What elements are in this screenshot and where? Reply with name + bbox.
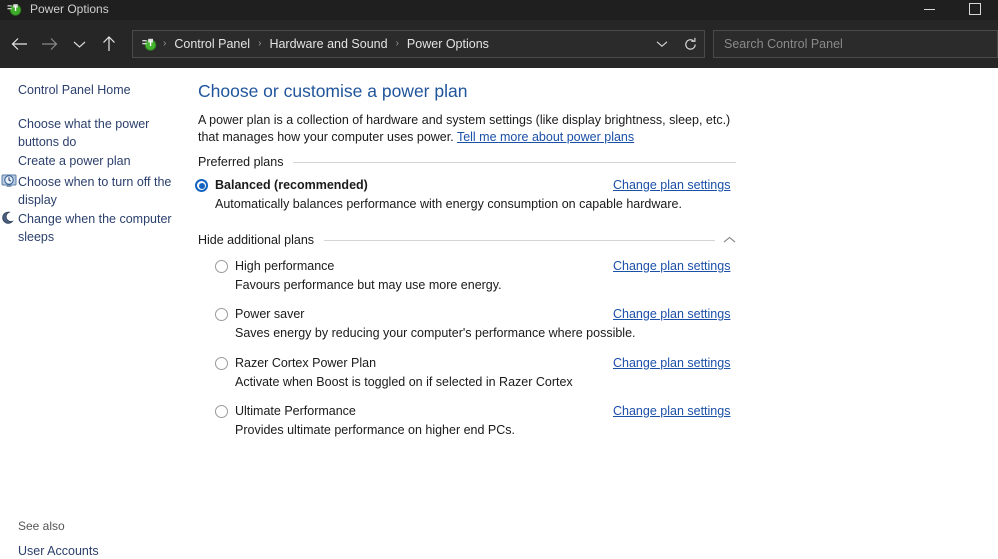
chevron-up-icon[interactable] bbox=[723, 236, 736, 244]
sidebar-item-turn-off-display[interactable]: Choose when to turn off the display bbox=[1, 173, 183, 209]
window-controls bbox=[906, 0, 998, 20]
up-arrow-icon[interactable] bbox=[94, 29, 124, 59]
plan-row: High performance Change plan settings bbox=[215, 258, 755, 274]
change-plan-settings-ultimate-performance[interactable]: Change plan settings bbox=[613, 403, 730, 419]
sidebar-item-computer-sleeps[interactable]: Change when the computer sleeps bbox=[2, 210, 183, 246]
plan-radio-high-performance[interactable] bbox=[215, 260, 228, 273]
change-plan-settings-power-saver[interactable]: Change plan settings bbox=[613, 306, 730, 322]
breadcrumb-separator: › bbox=[258, 38, 262, 49]
moon-sleep-icon bbox=[1, 210, 17, 226]
plan-row: Razer Cortex Power Plan Change plan sett… bbox=[215, 355, 755, 371]
section-divider bbox=[293, 161, 736, 163]
breadcrumb-power-options[interactable]: Power Options bbox=[405, 37, 491, 51]
plan-radio-power-saver[interactable] bbox=[215, 308, 228, 321]
address-bar[interactable]: › Control Panel › Hardware and Sound › P… bbox=[132, 30, 705, 58]
minimize-icon[interactable] bbox=[906, 0, 952, 20]
plan-radio-ultimate-performance[interactable] bbox=[215, 405, 228, 418]
breadcrumb-separator: › bbox=[163, 38, 167, 49]
plan-description: Saves energy by reducing your computer's… bbox=[235, 326, 636, 340]
power-options-icon bbox=[6, 1, 22, 17]
see-also-heading: See also bbox=[18, 519, 65, 533]
sidebar: Control Panel Home Choose what the power… bbox=[0, 68, 195, 558]
additional-plans-section-header[interactable]: Hide additional plans bbox=[198, 232, 736, 248]
preferred-plans-label: Preferred plans bbox=[198, 155, 284, 169]
hide-additional-plans-label: Hide additional plans bbox=[198, 233, 315, 247]
history-chevron-down-icon[interactable] bbox=[648, 31, 676, 57]
address-toolbar: › Control Panel › Hardware and Sound › P… bbox=[0, 20, 998, 68]
main-panel: Choose or customise a power plan A power… bbox=[195, 68, 998, 555]
plan-razer-cortex[interactable]: Razer Cortex Power Plan Change plan sett… bbox=[215, 355, 755, 390]
plan-description: Activate when Boost is toggled on if sel… bbox=[235, 375, 573, 389]
back-arrow-icon[interactable] bbox=[4, 29, 34, 59]
change-plan-settings-high-performance[interactable]: Change plan settings bbox=[613, 258, 730, 274]
tell-me-more-link[interactable]: Tell me more about power plans bbox=[457, 130, 634, 144]
plan-name: Razer Cortex Power Plan bbox=[235, 356, 377, 370]
plan-name: Balanced (recommended) bbox=[215, 178, 368, 192]
breadcrumb-power-options-icon bbox=[141, 36, 157, 52]
plan-row: Power saver Change plan settings bbox=[215, 306, 755, 322]
sidebar-item-create-power-plan[interactable]: Create a power plan bbox=[18, 152, 183, 170]
breadcrumb-hardware-and-sound[interactable]: Hardware and Sound bbox=[267, 37, 389, 51]
plan-name: Ultimate Performance bbox=[235, 404, 356, 418]
change-plan-settings-balanced[interactable]: Change plan settings bbox=[613, 177, 730, 193]
plan-radio-balanced[interactable] bbox=[195, 179, 208, 192]
plan-row: Ultimate Performance Change plan setting… bbox=[215, 403, 755, 419]
window-title: Power Options bbox=[30, 1, 109, 16]
see-also-user-accounts-link[interactable]: User Accounts bbox=[18, 543, 99, 559]
change-plan-settings-razer-cortex[interactable]: Change plan settings bbox=[613, 355, 730, 371]
plan-name: Power saver bbox=[235, 307, 305, 321]
plan-name: High performance bbox=[235, 259, 335, 273]
forward-arrow-icon[interactable] bbox=[34, 29, 64, 59]
section-divider bbox=[324, 239, 715, 241]
maximize-icon[interactable] bbox=[952, 0, 998, 20]
plan-balanced[interactable]: Balanced (recommended) Change plan setti… bbox=[195, 177, 735, 212]
plan-power-saver[interactable]: Power saver Change plan settings Saves e… bbox=[215, 306, 755, 341]
plan-row: Balanced (recommended) Change plan setti… bbox=[195, 177, 735, 193]
display-clock-icon bbox=[1, 173, 17, 189]
sidebar-item-label: Create a power plan bbox=[18, 154, 131, 168]
plan-description: Favours performance but may use more ene… bbox=[235, 278, 502, 292]
refresh-icon[interactable] bbox=[676, 31, 704, 57]
sidebar-item-label: Choose when to turn off the display bbox=[18, 175, 172, 207]
sidebar-item-control-panel-home[interactable]: Control Panel Home bbox=[18, 82, 131, 98]
recent-locations-chevron-down-icon[interactable] bbox=[64, 29, 94, 59]
plan-description: Provides ultimate performance on higher … bbox=[235, 423, 516, 437]
search-control-panel-box[interactable] bbox=[713, 30, 998, 58]
page-title: Choose or customise a power plan bbox=[198, 81, 468, 101]
title-bar: Power Options bbox=[0, 0, 998, 20]
plan-high-performance[interactable]: High performance Change plan settings Fa… bbox=[215, 258, 755, 293]
preferred-plans-section-header: Preferred plans bbox=[198, 154, 736, 170]
content-area: Control Panel Home Choose what the power… bbox=[0, 68, 998, 558]
plan-radio-razer-cortex[interactable] bbox=[215, 357, 228, 370]
sidebar-item-choose-power-buttons[interactable]: Choose what the power buttons do bbox=[18, 115, 183, 151]
plan-ultimate-performance[interactable]: Ultimate Performance Change plan setting… bbox=[215, 403, 755, 438]
power-options-window: Power Options › Control Panel › Hardware… bbox=[0, 0, 998, 558]
plan-description: Automatically balances performance with … bbox=[215, 197, 682, 211]
sidebar-item-label: Choose what the power buttons do bbox=[18, 117, 150, 149]
page-description: A power plan is a collection of hardware… bbox=[198, 112, 743, 146]
sidebar-item-label: Change when the computer sleeps bbox=[18, 212, 172, 244]
search-input[interactable] bbox=[714, 36, 997, 52]
breadcrumb-control-panel[interactable]: Control Panel bbox=[172, 37, 252, 51]
breadcrumb-separator: › bbox=[395, 38, 399, 49]
